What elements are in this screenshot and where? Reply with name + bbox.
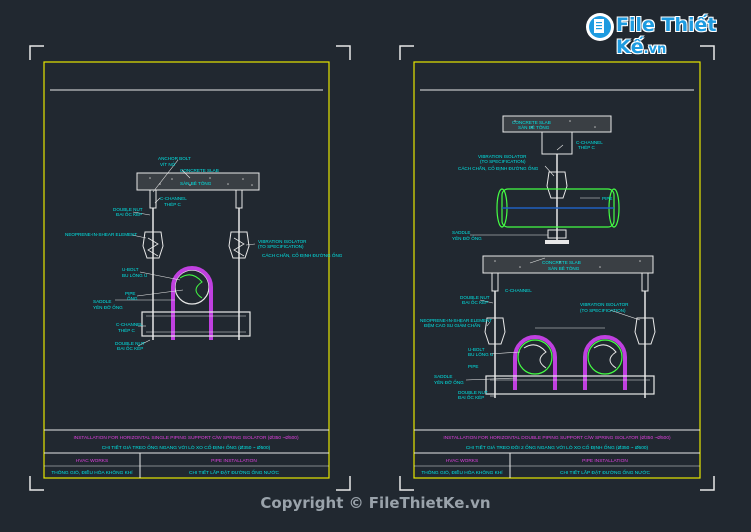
left-label-u-bolt-vi: BU LÔNG U bbox=[122, 272, 147, 278]
right-label-saddle-2-vi: YÊN ĐỠ ỐNG bbox=[434, 378, 464, 385]
right-label-vib-vi: CÁCH CHẤN, CỐ ĐỊNH ĐƯỜNG ỐNG bbox=[458, 165, 539, 171]
right-title-line2: CHI TIẾT GIÁ TREO ĐÔI 2 ỐNG NGANG VỚI LÒ… bbox=[466, 444, 649, 451]
right-label-saddle-vi: YÊN ĐỠ ỐNG bbox=[452, 234, 482, 241]
right-label-pipe: PIPE bbox=[602, 196, 612, 201]
left-label-double-nut-vi: ĐAI ỐC KÉP bbox=[116, 211, 142, 217]
cad-drawing-canvas: ANCHOR BOLT VÍT NỞ CONCRETE SLAB SÀN BÊ … bbox=[29, 13, 715, 491]
watermark-logo-suffix: .vn bbox=[643, 42, 667, 57]
left-label-neoprene: NEOPRENE-IN-SHEAR ELEMENT bbox=[65, 232, 137, 237]
right-label-c-channel-2: C-CHANNEL bbox=[505, 288, 532, 293]
filethietke-logo-icon bbox=[586, 13, 614, 41]
left-cell-4: CHI TIẾT LẮP ĐẶT ĐƯỜNG ỐNG NƯỚC bbox=[189, 468, 279, 476]
left-cell-1: HVAC WORKS bbox=[76, 458, 108, 464]
right-label-u-bolt-vi: BU LÔNG U bbox=[468, 351, 493, 357]
watermark-copyright: Copyright © FileThietKe.vn bbox=[260, 494, 491, 512]
left-label-double-nut-2-vi: ĐAI ỐC KÉP bbox=[117, 345, 143, 351]
left-title-line1: INSTALLATION FOR HORIZONTAL SINGLE PIPIN… bbox=[73, 435, 299, 441]
right-label-slab-2-vi: SÀN BÊ TÔNG bbox=[548, 264, 580, 271]
left-label-c-channel-vi: THÉP C bbox=[164, 201, 181, 207]
right-label-c-channel-vi: THÉP C bbox=[578, 144, 595, 150]
left-label-slab: CONCRETE SLAB bbox=[180, 168, 219, 173]
right-cell-1: HVAC WORKS bbox=[446, 458, 478, 464]
right-c-channel bbox=[485, 375, 655, 395]
left-label-u-bolt: U-BOLT bbox=[122, 267, 139, 272]
right-label-vib-spec-2: (TO SPECIFICATION) bbox=[580, 308, 626, 313]
title-blocks: INSTALLATION FOR HORIZONTAL SINGLE PIPIN… bbox=[51, 435, 671, 476]
left-label-anchor-bolt: ANCHOR BOLT bbox=[158, 156, 191, 161]
left-label-c-channel-2-vi: THÉP C bbox=[118, 327, 135, 333]
right-label-double-nut-2-vi: ĐAI ỐC KÉP bbox=[458, 394, 484, 400]
left-sheet bbox=[43, 61, 330, 479]
right-label-vib-spec: (TO SPECIFICATION) bbox=[480, 159, 526, 164]
left-label-saddle: SADDLE bbox=[93, 299, 111, 304]
left-label-anchor-bolt-vi: VÍT NỞ bbox=[160, 161, 176, 167]
right-cell-2: THÔNG GIÓ, ĐIỀU HÒA KHÔNG KHÍ bbox=[421, 469, 503, 476]
right-label-saddle: SADDLE bbox=[452, 230, 470, 235]
left-cell-2: THÔNG GIÓ, ĐIỀU HÒA KHÔNG KHÍ bbox=[51, 469, 133, 476]
right-cell-4: CHI TIẾT LẮP ĐẶT ĐƯỜNG ỐNG NƯỚC bbox=[560, 468, 650, 476]
left-label-saddle-vi: YÊN ĐỠ ỐNG bbox=[93, 303, 123, 310]
left-label-slab-vi: SÀN BÊ TÔNG bbox=[180, 179, 212, 186]
left-label-vib-vi: CÁCH CHẤN, CỐ ĐỊNH ĐƯỜNG ỐNG bbox=[262, 252, 343, 258]
right-label-saddle-2: SADDLE bbox=[434, 374, 452, 379]
left-label-vib-spec: (TO SPECIFICATION) bbox=[258, 244, 304, 249]
right-label-double-nut-vi: ĐAI ỐC KÉP bbox=[462, 299, 488, 305]
right-label-slab-vi: SÀN BÊ TÔNG bbox=[518, 123, 550, 130]
right-cell-3: PIPE INSTALLATION bbox=[582, 458, 628, 464]
left-labels: ANCHOR BOLT VÍT NỞ CONCRETE SLAB SÀN BÊ … bbox=[65, 156, 343, 351]
watermark-logo: File Thiết Kế.vn bbox=[616, 14, 751, 58]
right-label-pipe-2: PIPE bbox=[468, 364, 478, 369]
right-label-slab-2: CONCRETE SLAB bbox=[542, 260, 581, 265]
left-title-line2: CHI TIẾT GIÁ TREO ỐNG NGANG VỚI LÒ XO CỐ… bbox=[102, 444, 271, 451]
left-c-channel bbox=[141, 311, 251, 337]
left-label-c-channel: C-CHANNEL bbox=[160, 196, 187, 201]
right-title-line1: INSTALLATION FOR HORIZONTAL DOUBLE PIPIN… bbox=[443, 435, 671, 441]
left-cell-3: PIPE INSTALLATION bbox=[211, 458, 257, 464]
right-label-neoprene-vi: ĐỆM CAO SU GIẢM CHẤN bbox=[424, 321, 480, 328]
left-label-pipe-vi: ỐNG bbox=[127, 295, 138, 301]
right-label-vib-iso-2: VIBRATION ISOLATOR bbox=[580, 302, 629, 307]
left-label-c-channel-2: C-CHANNEL bbox=[116, 322, 143, 327]
